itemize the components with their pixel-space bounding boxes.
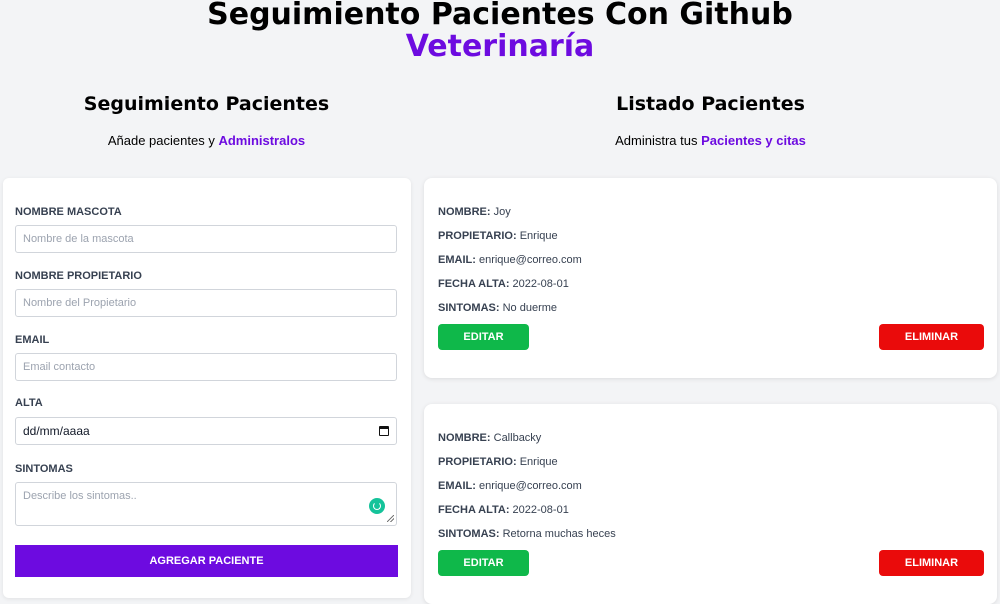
patient-email-value: enrique@correo.com — [478, 480, 582, 492]
page-subtitle: Veterinaría — [405, 29, 595, 64]
grammar-assistant-icon[interactable] — [369, 498, 385, 514]
pet-name-input[interactable] — [15, 225, 397, 253]
patient-symptoms-key: Sintomas: — [438, 302, 500, 314]
date-input[interactable]: dd/mm/aaaa — [15, 417, 397, 445]
patient-owner-key: Propietario: — [438, 230, 517, 242]
delete-patient-button[interactable]: Eliminar — [879, 324, 984, 350]
patient-owner-row: Propietario: Enrique — [438, 456, 558, 468]
patient-symptoms-row: Sintomas: No duerme — [438, 302, 557, 314]
patient-date-value: 2022-08-01 — [512, 504, 569, 516]
patient-email-key: Email: — [438, 480, 476, 492]
patient-form: Nombre Mascota Nombre Propietario Email … — [3, 178, 411, 598]
patient-symptoms-value: No duerme — [502, 302, 558, 314]
patient-symptoms-row: Sintomas: Retorna muchas heces — [438, 528, 616, 540]
list-description-prefix: Administra tus — [615, 133, 702, 148]
patient-date-key: Fecha Alta: — [438, 278, 510, 290]
patient-symptoms-value: Retorna muchas heces — [502, 528, 616, 540]
patient-email-value: enrique@correo.com — [478, 254, 582, 266]
patient-owner-key: Propietario: — [438, 456, 517, 468]
owner-name-input[interactable] — [15, 289, 397, 317]
patient-owner-value: Enrique — [519, 456, 558, 468]
delete-patient-button[interactable]: Eliminar — [879, 550, 984, 576]
patient-card: Nombre: Joy Propietario: Enrique Email: … — [424, 178, 997, 378]
date-input-value: dd/mm/aaaa — [23, 424, 90, 438]
patient-owner-row: Propietario: Enrique — [438, 230, 558, 242]
email-input[interactable] — [15, 353, 397, 381]
patient-date-value: 2022-08-01 — [512, 278, 569, 290]
add-patient-button[interactable]: Agregar Paciente — [15, 545, 398, 577]
email-label: Email — [15, 334, 50, 346]
symptoms-textarea[interactable] — [15, 482, 397, 526]
patient-name-row: Nombre: Callbacky — [438, 432, 541, 444]
patient-date-row: Fecha Alta: 2022-08-01 — [438, 504, 569, 516]
patient-owner-value: Enrique — [519, 230, 558, 242]
patient-card: Nombre: Callbacky Propietario: Enrique E… — [424, 404, 997, 604]
calendar-icon[interactable] — [379, 426, 389, 436]
list-section-heading: Listado Pacientes — [616, 93, 805, 115]
list-description-highlight: Pacientes y citas — [701, 133, 806, 148]
form-section-heading: Seguimiento Pacientes — [83, 93, 330, 115]
form-description-highlight: Administralos — [218, 133, 306, 148]
patient-name-value: Callbacky — [493, 432, 542, 444]
patient-name-key: Nombre: — [438, 432, 491, 444]
edit-patient-button[interactable]: Editar — [438, 550, 529, 576]
form-section-description: Añade pacientes y Administralos — [0, 133, 413, 148]
patient-date-key: Fecha Alta: — [438, 504, 510, 516]
page-title: Seguimiento Pacientes Con Github — [207, 0, 793, 32]
symptoms-label: Sintomas — [15, 463, 73, 475]
patient-name-row: Nombre: Joy — [438, 206, 511, 218]
form-description-prefix: Añade pacientes y — [107, 133, 219, 148]
patient-date-row: Fecha Alta: 2022-08-01 — [438, 278, 569, 290]
patient-email-row: Email: enrique@correo.com — [438, 480, 582, 492]
edit-patient-button[interactable]: Editar — [438, 324, 529, 350]
date-label: Alta — [15, 397, 43, 409]
resize-grip-icon[interactable] — [387, 515, 394, 522]
patient-symptoms-key: Sintomas: — [438, 528, 500, 540]
patient-name-key: Nombre: — [438, 206, 491, 218]
pet-name-label: Nombre Mascota — [15, 206, 122, 218]
owner-name-label: Nombre Propietario — [15, 270, 142, 282]
patient-email-key: Email: — [438, 254, 476, 266]
patient-email-row: Email: enrique@correo.com — [438, 254, 582, 266]
list-section-description: Administra tus Pacientes y citas — [424, 133, 997, 148]
patient-name-value: Joy — [493, 206, 511, 218]
